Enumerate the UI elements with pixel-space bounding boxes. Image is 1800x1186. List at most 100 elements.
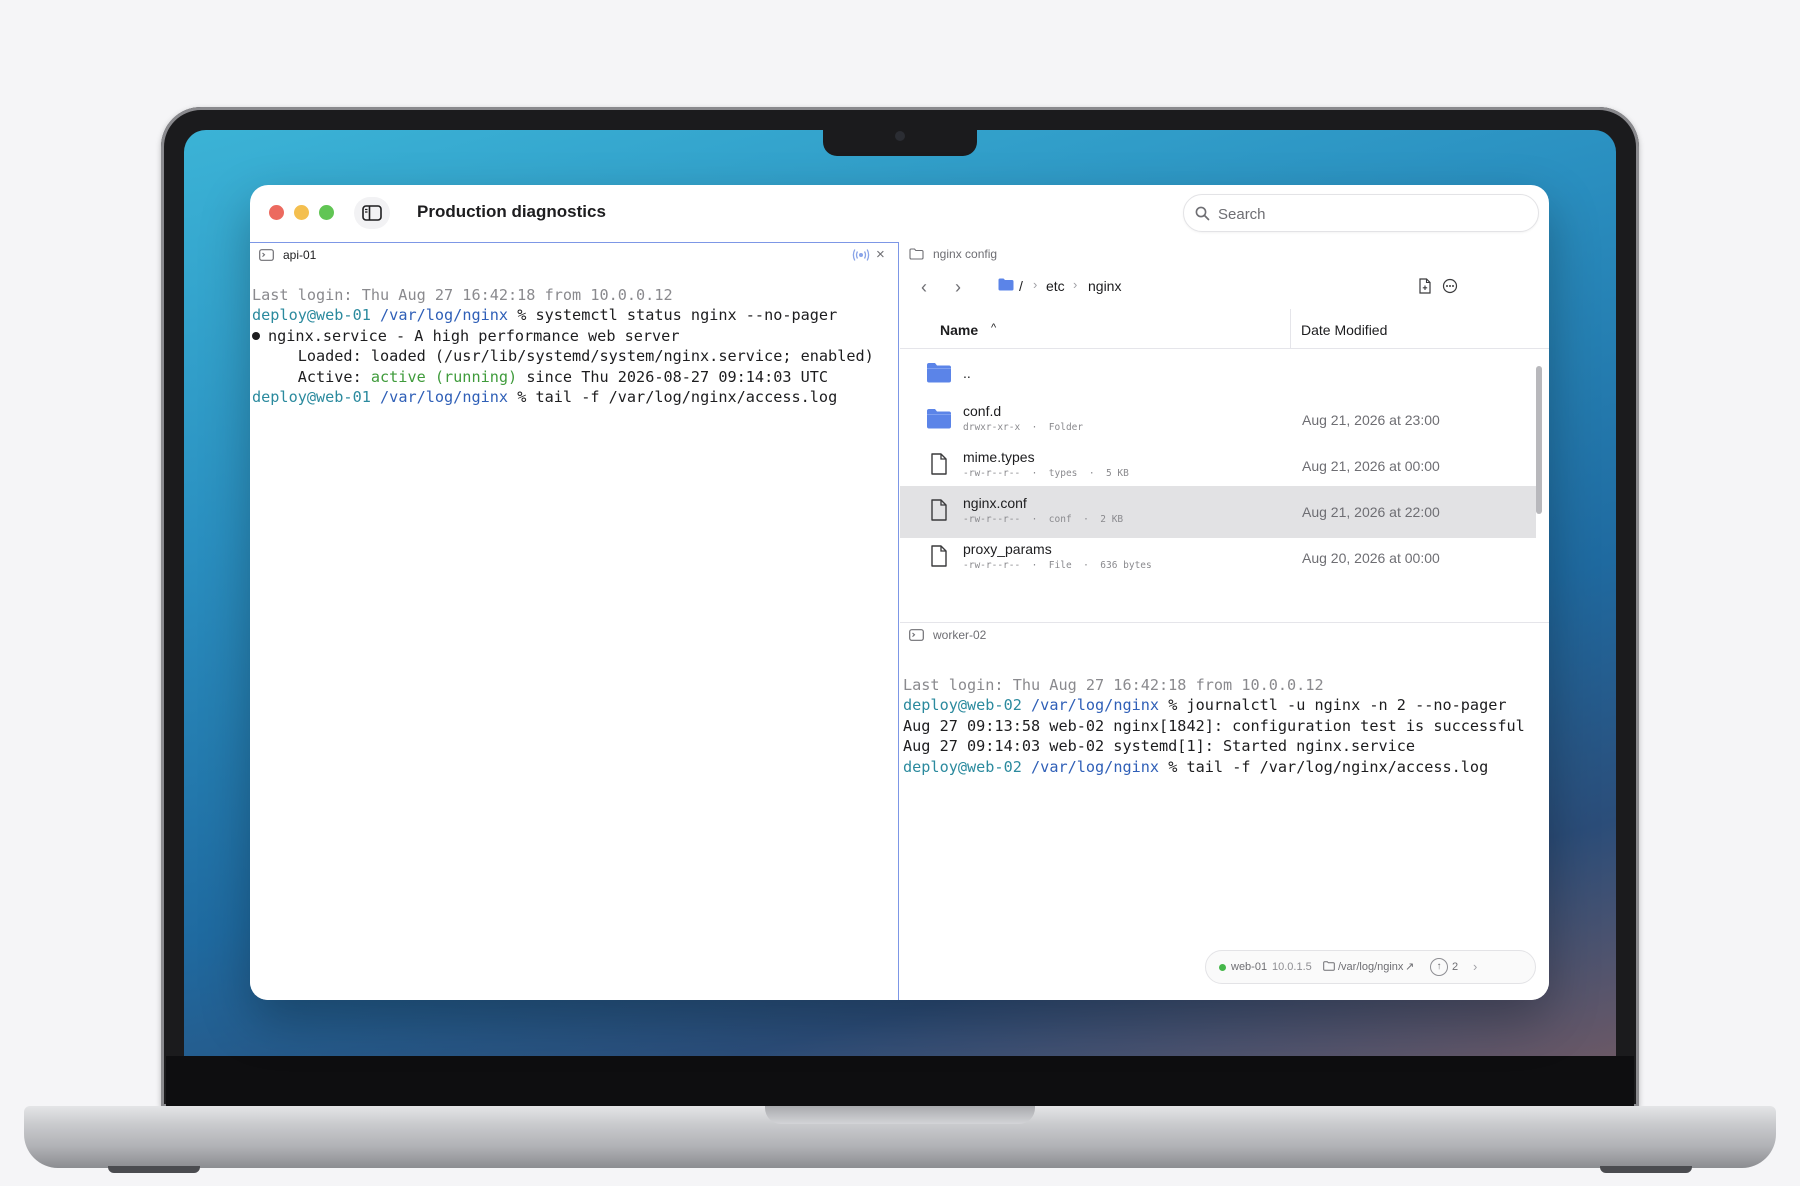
camera-icon bbox=[895, 131, 905, 141]
status-host: web-01 bbox=[1231, 961, 1268, 973]
folder-icon bbox=[926, 362, 952, 388]
terminal-line: Last login: Thu Aug 27 16:42:18 from 10.… bbox=[903, 675, 1525, 695]
terminal-output[interactable]: Last login: Thu Aug 27 16:42:18 from 10.… bbox=[252, 285, 874, 407]
file-meta: -rw-r--r-- · types · 5 KB bbox=[963, 468, 1129, 479]
terminal-text: since Thu 2026-08-27 09:14:03 UTC bbox=[517, 367, 829, 386]
terminal-line: Last login: Thu Aug 27 16:42:18 from 10.… bbox=[252, 285, 874, 305]
status-path[interactable]: /var/log/nginx bbox=[1338, 961, 1403, 973]
file-meta: drwxr-xr-x · Folder bbox=[963, 422, 1084, 433]
terminal-text: Last login: Thu Aug 27 16:42:18 from 10.… bbox=[252, 286, 673, 304]
file-row[interactable]: proxy_params -rw-r--r-- · File · 636 byte… bbox=[900, 532, 1536, 584]
file-name: conf.d bbox=[963, 403, 1002, 419]
terminal-text: % tail -f /var/log/nginx/access.log bbox=[1159, 757, 1489, 776]
close-window-button[interactable] bbox=[269, 205, 284, 220]
minimize-window-button[interactable] bbox=[294, 205, 309, 220]
file-pane-title: nginx config bbox=[933, 247, 998, 261]
open-external-icon[interactable]: ↗ bbox=[1405, 960, 1414, 973]
scrollbar-thumb[interactable] bbox=[1536, 366, 1542, 514]
file-name: nginx.conf bbox=[963, 495, 1027, 511]
terminal-text: /var/log/nginx bbox=[380, 306, 509, 325]
folder-outline-icon bbox=[1323, 961, 1335, 971]
upload-arrow-icon[interactable]: ↑ bbox=[1430, 958, 1448, 976]
terminal-text: % journalctl -u nginx -n 2 --no-pager bbox=[1159, 696, 1507, 715]
terminal-line: nginx.service - A high performance web s… bbox=[252, 326, 874, 346]
file-pane-header: nginx config bbox=[900, 242, 1549, 266]
new-file-icon[interactable] bbox=[1418, 278, 1432, 294]
breadcrumb-etc[interactable]: etc bbox=[1046, 278, 1065, 294]
terminal-text: % systemctl status nginx --no-pager bbox=[508, 306, 838, 325]
terminal-pane-header: worker-02 bbox=[900, 623, 1549, 647]
terminal-line: Aug 27 09:14:03 web-02 systemd[1]: Start… bbox=[903, 736, 1525, 756]
laptop-foot-right bbox=[1600, 1166, 1692, 1173]
back-button[interactable]: ‹ bbox=[921, 277, 927, 298]
upload-count: 2 bbox=[1452, 961, 1459, 973]
terminal-text: % tail -f /var/log/nginx/access.log bbox=[508, 388, 838, 407]
terminal-pane-title: worker-02 bbox=[933, 628, 987, 642]
terminal-pane-worker-02[interactable]: worker-02 Last login: Thu Aug 27 16:42:1… bbox=[900, 622, 1549, 1000]
terminal-text: deploy@web-02 bbox=[903, 757, 1022, 776]
column-name-header[interactable]: Name bbox=[940, 322, 978, 338]
search-icon bbox=[1195, 206, 1210, 221]
terminal-text: deploy@web-01 bbox=[252, 306, 371, 325]
file-icon bbox=[926, 451, 952, 482]
sidebar-toggle-button[interactable] bbox=[354, 197, 390, 229]
breadcrumb-nginx[interactable]: nginx bbox=[1088, 278, 1121, 294]
status-bullet-icon bbox=[252, 331, 260, 340]
terminal-text: Aug 27 09:14:03 web-02 systemd[1]: Start… bbox=[903, 737, 1416, 756]
forward-button[interactable]: › bbox=[955, 277, 961, 298]
file-name: proxy_params bbox=[963, 541, 1052, 557]
file-meta: -rw-r--r-- · File · 636 bytes bbox=[963, 560, 1152, 571]
file-row[interactable]: .. bbox=[900, 350, 1536, 400]
terminal-line: Loaded: loaded (/usr/lib/systemd/system/… bbox=[252, 346, 874, 366]
file-icon bbox=[926, 543, 952, 574]
session-status-bar[interactable]: web-01 10.0.1.5 /var/log/nginx ↗ ↑ 2 › bbox=[1205, 950, 1536, 984]
terminal-line: deploy@web-02 /var/log/nginx % tail -f /… bbox=[903, 757, 1525, 777]
terminal-text: /var/log/nginx bbox=[1031, 757, 1160, 776]
file-name: .. bbox=[963, 365, 971, 381]
broadcast-icon[interactable] bbox=[852, 248, 870, 262]
laptop-opening-groove bbox=[765, 1106, 1035, 1124]
file-browser-pane: nginx config ‹ › / › etc › nginx Name ^ … bbox=[900, 242, 1549, 622]
sidebar-icon bbox=[362, 205, 382, 221]
laptop-chin bbox=[166, 1056, 1634, 1108]
search-field[interactable] bbox=[1183, 194, 1539, 232]
terminal-output[interactable]: Last login: Thu Aug 27 16:42:18 from 10.… bbox=[903, 675, 1525, 777]
chevron-right-icon[interactable]: › bbox=[1473, 959, 1477, 974]
column-date-header[interactable]: Date Modified bbox=[1301, 322, 1387, 338]
folder-icon bbox=[998, 278, 1014, 291]
status-ip: 10.0.1.5 bbox=[1272, 961, 1312, 973]
terminal-icon bbox=[259, 249, 274, 261]
app-window: Production diagnostics api-01 × bbox=[250, 185, 1549, 1000]
terminal-line: Aug 27 09:13:58 web-02 nginx[1842]: conf… bbox=[903, 716, 1525, 736]
terminal-text: Last login: Thu Aug 27 16:42:18 from 10.… bbox=[903, 676, 1324, 694]
terminal-text: /var/log/nginx bbox=[1031, 696, 1160, 715]
column-divider[interactable] bbox=[1290, 309, 1291, 349]
sort-ascending-icon[interactable]: ^ bbox=[991, 322, 996, 334]
terminal-line: deploy@web-01 /var/log/nginx % tail -f /… bbox=[252, 387, 874, 407]
file-name: mime.types bbox=[963, 449, 1035, 465]
column-header: Name ^ Date Modified bbox=[900, 309, 1549, 349]
file-list: .. conf.d drwxr-xr-x · Folder Aug 21, 2026 … bbox=[900, 350, 1549, 622]
file-row[interactable]: conf.d drwxr-xr-x · Folder Aug 21, 2026 at… bbox=[900, 394, 1536, 446]
file-date: Aug 21, 2026 at 22:00 bbox=[1302, 504, 1440, 520]
close-pane-icon[interactable]: × bbox=[876, 247, 885, 262]
folder-icon bbox=[926, 408, 952, 434]
terminal-text: deploy@web-01 bbox=[252, 388, 371, 407]
zoom-window-button[interactable] bbox=[319, 205, 334, 220]
terminal-pane-api-01[interactable]: api-01 × Last login: Thu Aug 27 16:42:18… bbox=[250, 242, 899, 1000]
terminal-text: active (running) bbox=[370, 367, 518, 386]
file-row[interactable]: mime.types -rw-r--r-- · types · 5 KB Aug 2… bbox=[900, 440, 1536, 492]
breadcrumb-root[interactable]: / bbox=[1019, 278, 1023, 294]
laptop-foot-left bbox=[108, 1166, 200, 1173]
terminal-line: deploy@web-02 /var/log/nginx % journalct… bbox=[903, 695, 1525, 715]
terminal-text: Active: bbox=[252, 367, 371, 386]
search-input[interactable] bbox=[1218, 203, 1518, 225]
file-date: Aug 21, 2026 at 00:00 bbox=[1302, 458, 1440, 474]
terminal-text: nginx.service - A high performance web s… bbox=[268, 326, 680, 345]
folder-outline-icon bbox=[909, 248, 924, 260]
file-row[interactable]: nginx.conf -rw-r--r-- · conf · 2 KB Aug 21… bbox=[900, 486, 1536, 538]
terminal-icon bbox=[909, 629, 924, 641]
more-options-icon[interactable] bbox=[1442, 278, 1458, 294]
